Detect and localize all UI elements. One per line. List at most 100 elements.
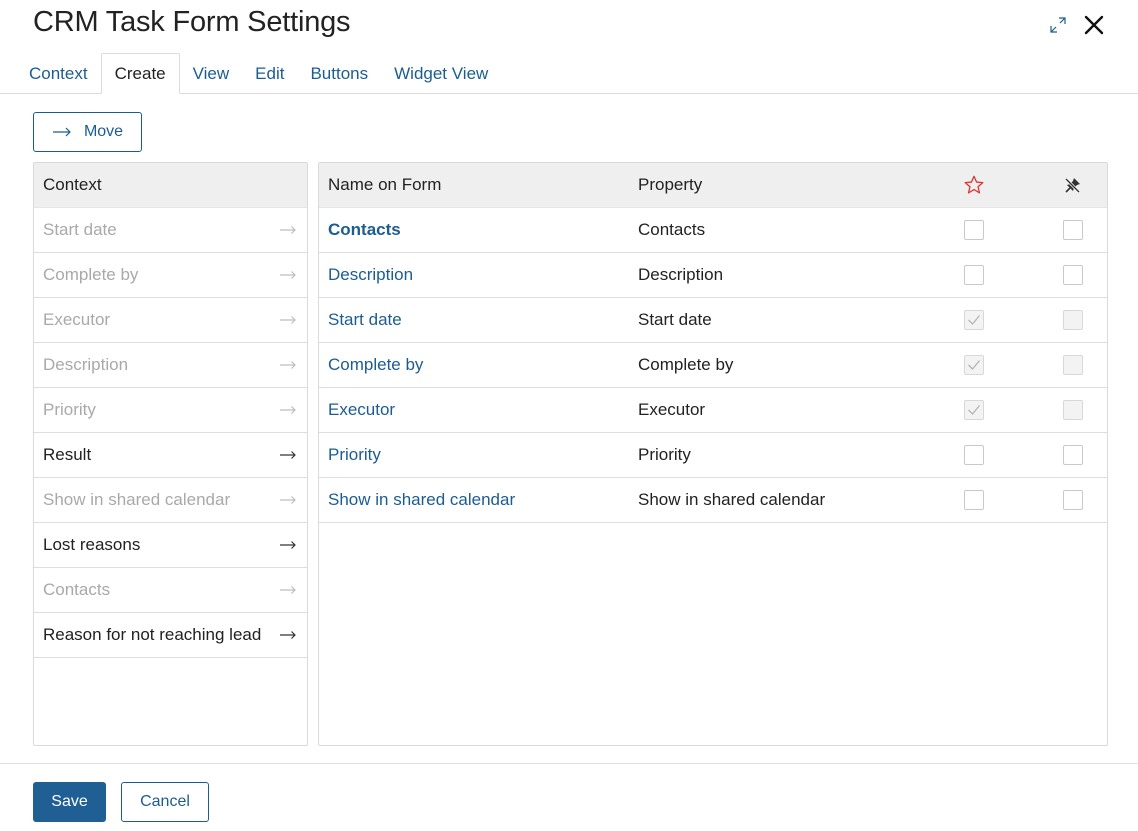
expand-icon <box>1050 17 1066 33</box>
arrow-right-icon <box>279 490 297 510</box>
tab-view[interactable]: View <box>180 53 243 94</box>
field-name-link[interactable]: Priority <box>328 445 381 465</box>
arrow-right-icon <box>279 265 297 285</box>
table-row: Executor Executor <box>319 388 1107 433</box>
context-item[interactable]: Start date <box>34 208 307 253</box>
readonly-cell <box>1062 400 1084 420</box>
close-icon <box>1084 15 1104 35</box>
field-property: Contacts <box>638 220 706 239</box>
fields-table: Name on Form Property Contacts Contacts De… <box>318 162 1108 746</box>
column-header-required <box>963 174 985 196</box>
pin-off-icon <box>1064 177 1081 194</box>
required-cell <box>963 220 985 240</box>
dialog-title: CRM Task Form Settings <box>33 6 351 38</box>
close-button[interactable] <box>1079 10 1109 40</box>
field-name-link[interactable]: Executor <box>328 400 395 420</box>
arrow-right-icon <box>279 535 297 555</box>
context-panel-header: Context <box>34 163 307 208</box>
required-checkbox <box>964 310 984 330</box>
context-item-label: Show in shared calendar <box>43 490 231 509</box>
arrow-right-icon <box>279 445 297 465</box>
column-header-name: Name on Form <box>328 175 442 194</box>
readonly-checkbox[interactable] <box>1063 220 1083 240</box>
required-cell <box>963 490 985 510</box>
field-property: Executor <box>638 400 706 419</box>
expand-button[interactable] <box>1043 10 1073 40</box>
table-row: Priority Priority <box>319 433 1107 478</box>
table-row: Contacts Contacts <box>319 208 1107 253</box>
context-item[interactable]: Executor <box>34 298 307 343</box>
context-item[interactable]: Description <box>34 343 307 388</box>
field-name-link[interactable]: Contacts <box>328 220 401 240</box>
context-item[interactable]: Reason for not reaching lead <box>34 613 307 658</box>
readonly-checkbox[interactable] <box>1063 265 1083 285</box>
tab-context[interactable]: Context <box>16 53 101 94</box>
field-name-link[interactable]: Show in shared calendar <box>328 490 515 510</box>
required-cell <box>963 445 985 465</box>
required-checkbox[interactable] <box>964 220 984 240</box>
save-button[interactable]: Save <box>33 782 106 822</box>
arrow-right-icon <box>52 127 71 137</box>
context-item[interactable]: Lost reasons <box>34 523 307 568</box>
required-checkbox[interactable] <box>964 445 984 465</box>
context-item-label: Contacts <box>43 580 111 599</box>
tab-buttons[interactable]: Buttons <box>297 53 381 94</box>
column-header-readonly <box>1062 176 1084 194</box>
context-list: Start date Complete by Executor Description… <box>34 208 307 658</box>
context-item-label: Start date <box>43 220 117 239</box>
tab-edit[interactable]: Edit <box>242 53 297 94</box>
arrow-right-icon <box>279 220 297 240</box>
required-checkbox[interactable] <box>964 265 984 285</box>
required-checkbox[interactable] <box>964 490 984 510</box>
cancel-button[interactable]: Cancel <box>121 782 209 822</box>
field-property: Priority <box>638 445 691 464</box>
context-item-label: Complete by <box>43 265 139 284</box>
readonly-cell <box>1062 265 1084 285</box>
readonly-checkbox[interactable] <box>1063 490 1083 510</box>
required-checkbox <box>964 355 984 375</box>
context-item[interactable]: Result <box>34 433 307 478</box>
readonly-checkbox <box>1063 310 1083 330</box>
required-checkbox <box>964 400 984 420</box>
field-property: Complete by <box>638 355 734 374</box>
readonly-cell <box>1062 310 1084 330</box>
field-property: Start date <box>638 310 712 329</box>
field-property: Description <box>638 265 724 284</box>
readonly-checkbox <box>1063 400 1083 420</box>
readonly-cell <box>1062 445 1084 465</box>
field-name-link[interactable]: Start date <box>328 310 402 330</box>
table-row: Start date Start date <box>319 298 1107 343</box>
context-item[interactable]: Show in shared calendar <box>34 478 307 523</box>
required-cell <box>963 310 985 330</box>
context-item-label: Result <box>43 445 92 464</box>
context-item[interactable]: Complete by <box>34 253 307 298</box>
table-row: Description Description <box>319 253 1107 298</box>
field-name-link[interactable]: Description <box>328 265 413 285</box>
context-panel: Context Start date Complete by Executor Des… <box>33 162 308 746</box>
readonly-cell <box>1062 355 1084 375</box>
context-item-label: Executor <box>43 310 111 329</box>
move-button[interactable]: Move <box>33 112 142 152</box>
context-item-label: Reason for not reaching lead <box>43 625 262 644</box>
field-property: Show in shared calendar <box>638 490 826 509</box>
context-item[interactable]: Contacts <box>34 568 307 613</box>
table-row: Show in shared calendar Show in shared ca… <box>319 478 1107 523</box>
move-button-label: Move <box>83 123 124 140</box>
arrow-right-icon <box>279 355 297 375</box>
context-item-label: Priority <box>43 400 96 419</box>
readonly-cell <box>1062 220 1084 240</box>
context-item-label: Description <box>43 355 129 374</box>
arrow-right-icon <box>279 625 297 645</box>
arrow-right-icon <box>279 400 297 420</box>
arrow-right-icon <box>279 310 297 330</box>
required-cell <box>963 355 985 375</box>
readonly-checkbox <box>1063 355 1083 375</box>
context-item-label: Lost reasons <box>43 535 141 554</box>
required-cell <box>963 400 985 420</box>
tab-widget-view[interactable]: Widget View <box>381 53 501 94</box>
star-icon <box>964 175 984 194</box>
field-name-link[interactable]: Complete by <box>328 355 423 375</box>
tab-create[interactable]: Create <box>100 53 180 94</box>
context-item[interactable]: Priority <box>34 388 307 433</box>
readonly-checkbox[interactable] <box>1063 445 1083 465</box>
